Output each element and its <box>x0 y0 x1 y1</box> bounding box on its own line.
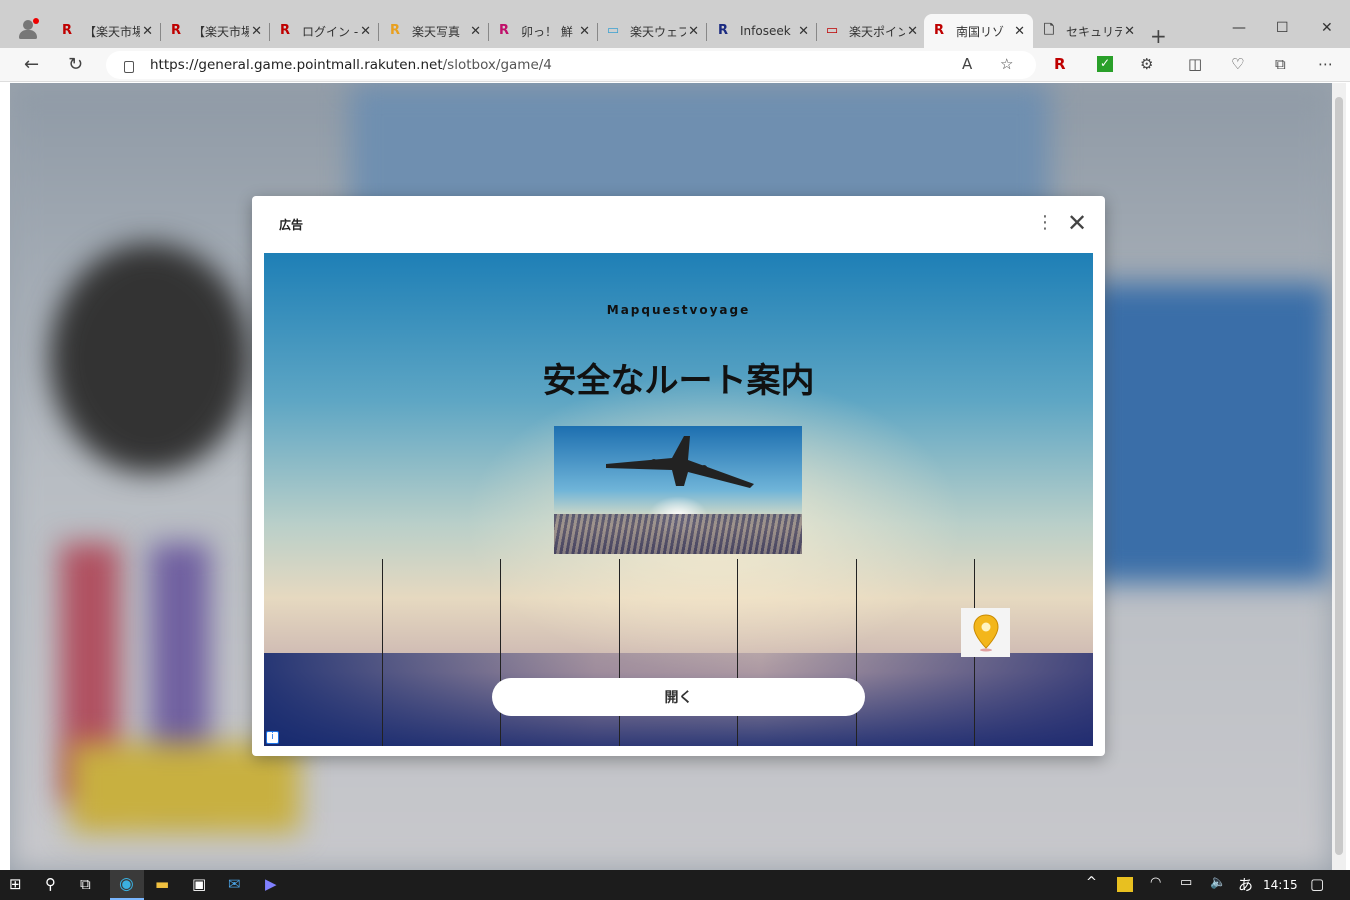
ime-indicator[interactable]: あ <box>1238 874 1253 895</box>
close-ad-button[interactable]: ✕ <box>1067 209 1087 237</box>
tray-app-icon[interactable] <box>1117 877 1133 892</box>
start-windows-icon[interactable]: ⊞ <box>9 875 22 893</box>
tab-title: ログイン - <box>302 24 358 39</box>
profile-avatar-icon[interactable] <box>18 18 40 40</box>
media-app-icon[interactable]: ▶ <box>265 875 277 893</box>
browser-tab[interactable]: R 卯っ！ 鮮 ✕ <box>489 14 598 48</box>
browser-tab[interactable]: R ログイン - ✕ <box>270 14 379 48</box>
tab-favicon-icon: R <box>498 23 509 38</box>
tab-favicon-icon: R <box>933 23 944 38</box>
browser-tab[interactable]: ▭ 楽天ポイン ✕ <box>817 14 926 48</box>
close-tab-icon[interactable]: ✕ <box>1124 24 1135 39</box>
tab-favicon-icon: R <box>717 23 728 38</box>
more-options-icon[interactable]: ⋮ <box>1036 214 1054 232</box>
divider-line <box>500 559 501 746</box>
vertical-scrollbar[interactable] <box>1332 83 1346 870</box>
ad-label: 広告 <box>279 218 304 232</box>
browser-tab[interactable]: R 楽天写真 ✕ <box>380 14 489 48</box>
search-icon[interactable]: ⚲ <box>45 875 56 893</box>
notifications-icon[interactable]: ▢ <box>1310 875 1324 893</box>
window-edge <box>0 83 10 870</box>
favorite-star-icon[interactable]: ☆ <box>1000 55 1013 73</box>
map-pin-icon <box>961 608 1010 657</box>
store-icon[interactable]: ▣ <box>192 875 206 893</box>
read-aloud-icon[interactable]: A <box>962 55 972 73</box>
extensions-icon[interactable]: ⚙ <box>1140 55 1153 73</box>
collections-icon[interactable]: ⧉ <box>1275 55 1286 73</box>
close-window-button[interactable]: ✕ <box>1321 20 1333 36</box>
edge-app-icon[interactable]: ◉ <box>110 870 144 900</box>
open-button[interactable]: 開く <box>492 678 865 716</box>
more-menu-icon[interactable]: ⋯ <box>1318 55 1333 73</box>
tab-favicon-icon: R <box>389 23 400 38</box>
ad-brand: Mapquestvoyage <box>606 303 751 317</box>
back-icon[interactable]: ← <box>24 54 39 75</box>
browser-tab[interactable]: ▭ 楽天ウェブ ✕ <box>598 14 707 48</box>
tab-favicon-icon: R <box>61 23 72 38</box>
tab-title: 楽天写真 <box>412 24 461 39</box>
tab-favicon-icon: ▭ <box>825 23 839 38</box>
tab-favicon-icon: ▭ <box>606 23 620 38</box>
tab-title: セキュリテ <box>1066 24 1122 39</box>
address-input[interactable]: https://general.game.pointmall.rakuten.n… <box>106 51 1036 79</box>
tab-title: 【楽天市場 <box>84 24 140 39</box>
show-hidden-icons-chevron-icon[interactable]: ^ <box>1086 875 1097 890</box>
task-view-icon[interactable]: ⧉ <box>80 875 91 893</box>
close-tab-icon[interactable]: ✕ <box>142 24 153 39</box>
browser-tab[interactable]: R 【楽天市場 ✕ <box>52 14 161 48</box>
browser-tab[interactable]: R Infoseek ✕ <box>708 14 817 48</box>
ad-headline: 安全なルート案内 <box>542 361 815 401</box>
window-top <box>0 0 1350 10</box>
tab-favicon-icon: R <box>279 23 290 38</box>
close-tab-icon[interactable]: ✕ <box>907 24 918 39</box>
tab-title: 卯っ！ 鮮 <box>521 24 573 39</box>
ad-creative[interactable]: Mapquestvoyage 安全なルート案内 開く i <box>264 253 1093 746</box>
close-tab-icon[interactable]: ✕ <box>1014 24 1025 39</box>
split-screen-icon[interactable]: ◫ <box>1188 55 1202 73</box>
minimize-button[interactable]: — <box>1232 20 1246 36</box>
ad-dialog: 広告 ⋮ ✕ Mapquestvoyage 安全なルート案内 開く i <box>252 196 1105 756</box>
taskbar: ⊞ ⚲ ⧉ ◉ ▬ ▣ ✉ ▶ ^ ◠ ▭ 🔈 あ 14:15 ▢ <box>0 870 1350 900</box>
tab-title: 楽天ウェブ <box>630 24 686 39</box>
browser-tab[interactable]: R 南国リゾ ✕ <box>924 14 1033 48</box>
clock[interactable]: 14:15 <box>1263 878 1298 892</box>
tab-title: 【楽天市場 <box>193 24 249 39</box>
tab-title: Infoseek <box>740 24 791 38</box>
battery-icon[interactable]: ▭ <box>1180 875 1192 890</box>
file-explorer-icon[interactable]: ▬ <box>155 875 169 893</box>
mail-icon[interactable]: ✉ <box>228 875 241 893</box>
lock-icon <box>124 61 134 73</box>
volume-icon[interactable]: 🔈 <box>1210 875 1226 890</box>
check-extension-icon[interactable]: ✓ <box>1097 56 1113 72</box>
tab-favicon-icon: 🗋 <box>1043 23 1055 38</box>
rakuten-extension-icon[interactable]: R <box>1054 55 1066 73</box>
close-tab-icon[interactable]: ✕ <box>470 24 481 39</box>
divider-line <box>619 559 620 746</box>
wifi-icon[interactable]: ◠ <box>1150 875 1161 890</box>
browser-essentials-icon[interactable]: ♡ <box>1231 55 1244 73</box>
divider-line <box>856 559 857 746</box>
close-tab-icon[interactable]: ✕ <box>360 24 371 39</box>
close-tab-icon[interactable]: ✕ <box>798 24 809 39</box>
divider-line <box>737 559 738 746</box>
close-tab-icon[interactable]: ✕ <box>251 24 262 39</box>
maximize-button[interactable]: ☐ <box>1276 20 1289 36</box>
close-tab-icon[interactable]: ✕ <box>688 24 699 39</box>
new-tab-button[interactable]: + <box>1150 24 1167 48</box>
refresh-icon[interactable]: ↻ <box>68 54 83 75</box>
tab-title: 南国リゾ <box>956 24 1005 39</box>
tab-bar: R 【楽天市場 ✕ R 【楽天市場 ✕ R ログイン - ✕ R 楽天写真 ✕ R 卯っ！ 鮮 ✕ ▭ 楽天ウ… <box>0 10 1350 48</box>
tab-title: 楽天ポイン <box>849 24 905 39</box>
close-tab-icon[interactable]: ✕ <box>579 24 590 39</box>
browser-tab[interactable]: R 【楽天市場 ✕ <box>161 14 270 48</box>
browser-tab[interactable]: 🗋 セキュリテ ✕ <box>1034 14 1143 48</box>
airplane-image <box>554 426 802 554</box>
tab-favicon-icon: R <box>170 23 181 38</box>
address-toolbar: ← ↻ https://general.game.pointmall.rakut… <box>0 48 1350 82</box>
ad-info-icon[interactable]: i <box>266 731 279 744</box>
divider-line <box>382 559 383 746</box>
